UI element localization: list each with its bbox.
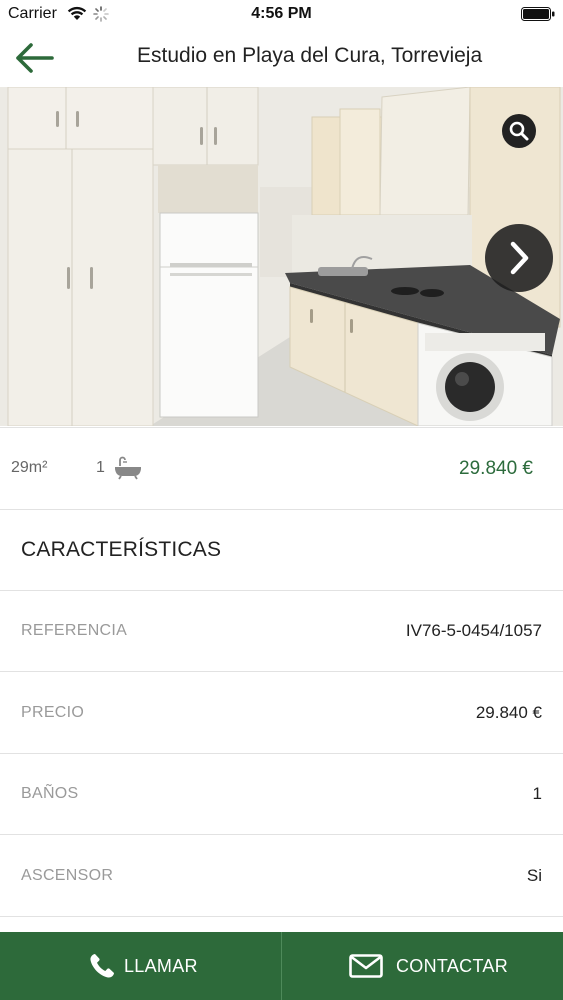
magnifier-icon [509,121,529,141]
contact-label: CONTACTAR [396,956,509,976]
feature-row-referencia: REFERENCIA IV76-5-0454/1057 [0,590,563,672]
status-bar: Carrier 4:56 PM [0,0,563,28]
call-label: LLAMAR [124,956,198,976]
property-photo[interactable] [0,87,563,426]
property-summary: 29m² 1 29.840 € [0,427,563,510]
zoom-button[interactable] [502,114,536,148]
feature-row-banos: BAÑOS 1 [0,753,563,835]
feature-row-ascensor: ASCENSOR Si [0,835,563,917]
feature-value: 1 [532,784,542,803]
feature-label: ASCENSOR [21,867,114,884]
page-title: Estudio en Playa del Cura, Torrevieja [137,44,483,67]
feature-label: BAÑOS [21,785,79,802]
features-section-header: CARACTERÍSTICAS [0,509,563,591]
area-value: 29m² [11,459,48,476]
feature-value: Si [526,866,542,885]
navigation-bar: Estudio en Playa del Cura, Torrevieja [0,28,563,86]
feature-value: 29.840 € [475,703,542,722]
mail-icon [349,954,383,978]
bathtub-icon [115,456,141,480]
action-bar: LLAMAR CONTACTAR [0,932,563,1000]
kitchen-photo [0,87,563,426]
call-button[interactable]: LLAMAR [0,932,281,1000]
baths-count: 1 [96,459,105,476]
chevron-right-icon [510,241,529,275]
status-time: 4:56 PM [251,5,312,22]
arrow-left-icon [16,43,54,73]
price-value: 29.840 € [459,458,533,479]
back-button[interactable] [12,38,56,78]
phone-icon [90,954,114,978]
next-photo-button[interactable] [485,224,553,292]
battery-icon [521,7,555,21]
feature-value: IV76-5-0454/1057 [405,621,542,640]
section-title: CARACTERÍSTICAS [21,538,222,561]
contact-button[interactable]: CONTACTAR [282,932,563,1000]
feature-label: PRECIO [21,704,85,721]
feature-row-precio: PRECIO 29.840 € [0,672,563,754]
feature-label: REFERENCIA [21,622,128,639]
